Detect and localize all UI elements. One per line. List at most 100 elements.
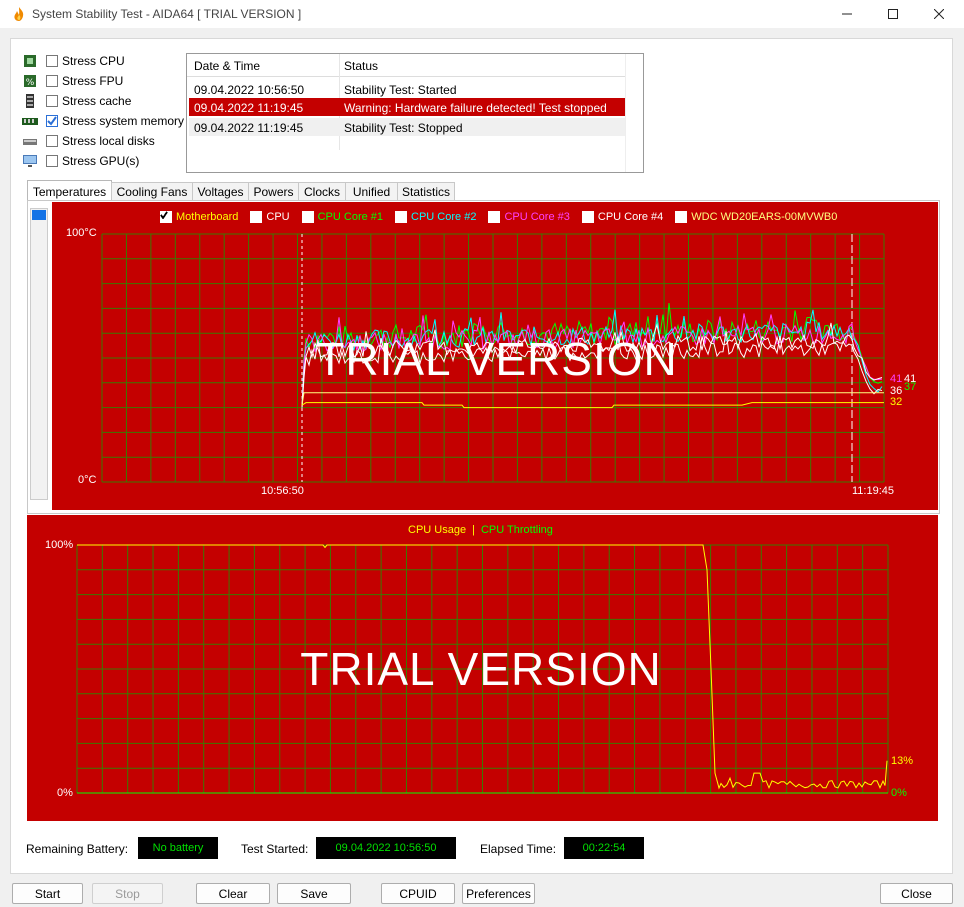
- legend-cpu-throttling: CPU Throttling: [480, 524, 553, 536]
- legend-checkbox[interactable]: [160, 211, 594, 223]
- legend-checkbox[interactable]: [160, 211, 263, 223]
- legend-cpu-core-2[interactable]: CPU Core #2: [160, 211, 476, 223]
- usage-y-max-label: 100%: [45, 539, 74, 551]
- memory-module-icon: [22, 118, 38, 125]
- cpu-usage-chart: TRIAL VERSION CPU Usage | CPU Throttling…: [27, 515, 938, 821]
- sensor-list-scrollbar[interactable]: [30, 208, 48, 500]
- stress-fpu-checkbox[interactable]: [46, 75, 58, 87]
- stress-cpu-label: Stress CPU: [62, 54, 125, 68]
- stress-disks-label: Stress local disks: [62, 134, 155, 148]
- cache-icon: [26, 94, 34, 108]
- tab-statistics[interactable]: Statistics: [397, 182, 455, 201]
- stress-cache-checkbox[interactable]: [46, 95, 58, 107]
- stress-disks-checkbox[interactable]: [46, 135, 58, 147]
- temperature-chart-plot: TRIAL VERSION: [101, 233, 885, 483]
- legend-checkbox[interactable]: [160, 211, 314, 223]
- fpu-chip-icon: %: [24, 75, 36, 88]
- log-row-warning[interactable]: 09.04.2022 11:19:45 Warning: Hardware fa…: [189, 98, 625, 116]
- disk-icon: [23, 139, 37, 145]
- maximize-icon: [888, 9, 898, 19]
- temp-y-max-label: 100°C: [66, 227, 97, 239]
- temp-y-min-label: 0°C: [78, 474, 97, 486]
- tab-voltages[interactable]: Voltages: [192, 182, 249, 201]
- cpu-usage-legend: CPU Usage | CPU Throttling: [408, 524, 553, 536]
- checkmark-icon: [47, 116, 57, 126]
- log-row[interactable]: 09.04.2022 11:19:45 Stability Test: Stop…: [189, 118, 625, 136]
- stress-memory-checkbox[interactable]: [46, 115, 58, 127]
- svg-text:%: %: [26, 78, 35, 88]
- temp-end-value: 41: [890, 373, 903, 385]
- stress-cache-option[interactable]: Stress cache: [22, 92, 192, 110]
- legend-cpu-core-3[interactable]: CPU Core #3: [160, 211, 570, 223]
- tab-unified[interactable]: Unified: [345, 182, 398, 201]
- scroll-thumb[interactable]: [32, 210, 46, 220]
- stress-memory-option[interactable]: Stress system memory: [22, 112, 192, 130]
- elapsed-time-value: 00:22:54: [564, 837, 644, 859]
- temp-x-end-label: 11:19:45: [852, 485, 895, 497]
- usage-y-min-label: 0%: [57, 787, 73, 799]
- legend-checkbox[interactable]: [160, 211, 688, 223]
- stress-gpu-label: Stress GPU(s): [62, 154, 140, 168]
- tab-powers[interactable]: Powers: [248, 182, 299, 201]
- log-header: Date & Time Status: [187, 54, 625, 77]
- stress-disks-option[interactable]: Stress local disks: [22, 132, 192, 150]
- log-scrollbar[interactable]: [625, 54, 643, 172]
- cpu-chip-icon: [24, 55, 36, 67]
- stress-fpu-option[interactable]: % Stress FPU: [22, 72, 192, 90]
- legend-cpu[interactable]: CPU: [160, 211, 290, 223]
- window-title: System Stability Test - AIDA64 [ TRIAL V…: [32, 7, 302, 21]
- elapsed-time-label: Elapsed Time:: [480, 842, 557, 856]
- legend-motherboard[interactable]: Motherboard: [160, 211, 238, 223]
- minimize-icon: [842, 13, 852, 15]
- maximize-button[interactable]: [870, 0, 916, 28]
- trial-watermark: TRIAL VERSION: [300, 643, 661, 695]
- legend-cpu-core-1[interactable]: CPU Core #1: [160, 211, 383, 223]
- log-row[interactable]: 09.04.2022 10:56:50 Stability Test: Star…: [189, 80, 625, 98]
- temp-end-value: 32: [890, 396, 903, 408]
- legend-checkbox[interactable]: [160, 211, 501, 223]
- close-window-button[interactable]: [916, 0, 962, 28]
- legend-disk[interactable]: WDC WD20EARS-00MVWB0: [160, 211, 837, 223]
- event-log-list[interactable]: Date & Time Status 09.04.2022 10:56:50 S…: [186, 53, 644, 173]
- log-header-status[interactable]: Status: [344, 59, 378, 73]
- stress-cpu-checkbox[interactable]: [46, 55, 58, 67]
- trial-watermark: TRIAL VERSION: [316, 333, 677, 385]
- legend-checkbox[interactable]: [160, 211, 408, 223]
- series-motherboard: [301, 402, 884, 409]
- temp-x-start-label: 10:56:50: [261, 485, 304, 497]
- stress-gpu-option[interactable]: Stress GPU(s): [22, 152, 192, 170]
- tab-cooling-fans[interactable]: Cooling Fans: [111, 182, 193, 201]
- series-disk: [301, 392, 884, 406]
- stress-gpu-checkbox[interactable]: [46, 155, 58, 167]
- cpuid-button[interactable]: CPUID: [381, 883, 455, 904]
- stress-fpu-label: Stress FPU: [62, 74, 124, 88]
- stress-memory-label: Stress system memory: [62, 114, 185, 128]
- save-button[interactable]: Save: [277, 883, 351, 904]
- gpu-monitor-icon: [23, 155, 37, 167]
- temp-end-value: 37: [904, 381, 917, 393]
- stress-cpu-option[interactable]: Stress CPU: [22, 52, 192, 70]
- test-started-value: 09.04.2022 10:56:50: [316, 837, 456, 859]
- cpu-usage-chart-plot: TRIAL VERSION: [76, 544, 889, 794]
- tab-temperatures[interactable]: Temperatures: [27, 180, 112, 202]
- close-button[interactable]: Close: [880, 883, 953, 904]
- clear-button[interactable]: Clear: [196, 883, 270, 904]
- battery-label: Remaining Battery:: [26, 842, 129, 856]
- battery-value: No battery: [138, 837, 218, 859]
- preferences-button[interactable]: Preferences: [462, 883, 535, 904]
- tab-clocks[interactable]: Clocks: [298, 182, 346, 201]
- minimize-button[interactable]: [824, 0, 870, 28]
- legend-cpu-usage: CPU Usage: [408, 524, 467, 536]
- log-header-datetime[interactable]: Date & Time: [194, 59, 260, 73]
- stop-button[interactable]: Stop: [92, 883, 163, 904]
- throttling-end-value: 0%: [891, 787, 907, 799]
- temperature-chart: TRIAL VERSION Motherboard CPU CPU Core #…: [52, 202, 938, 510]
- test-started-label: Test Started:: [241, 842, 309, 856]
- legend-cpu-core-4[interactable]: CPU Core #4: [160, 211, 663, 223]
- start-button[interactable]: Start: [12, 883, 83, 904]
- checkmark-icon: [160, 211, 168, 219]
- aida64-flame-icon: [14, 7, 24, 21]
- stress-cache-label: Stress cache: [62, 94, 132, 108]
- usage-end-value: 13%: [891, 755, 914, 767]
- title-bar: System Stability Test - AIDA64 [ TRIAL V…: [0, 0, 964, 28]
